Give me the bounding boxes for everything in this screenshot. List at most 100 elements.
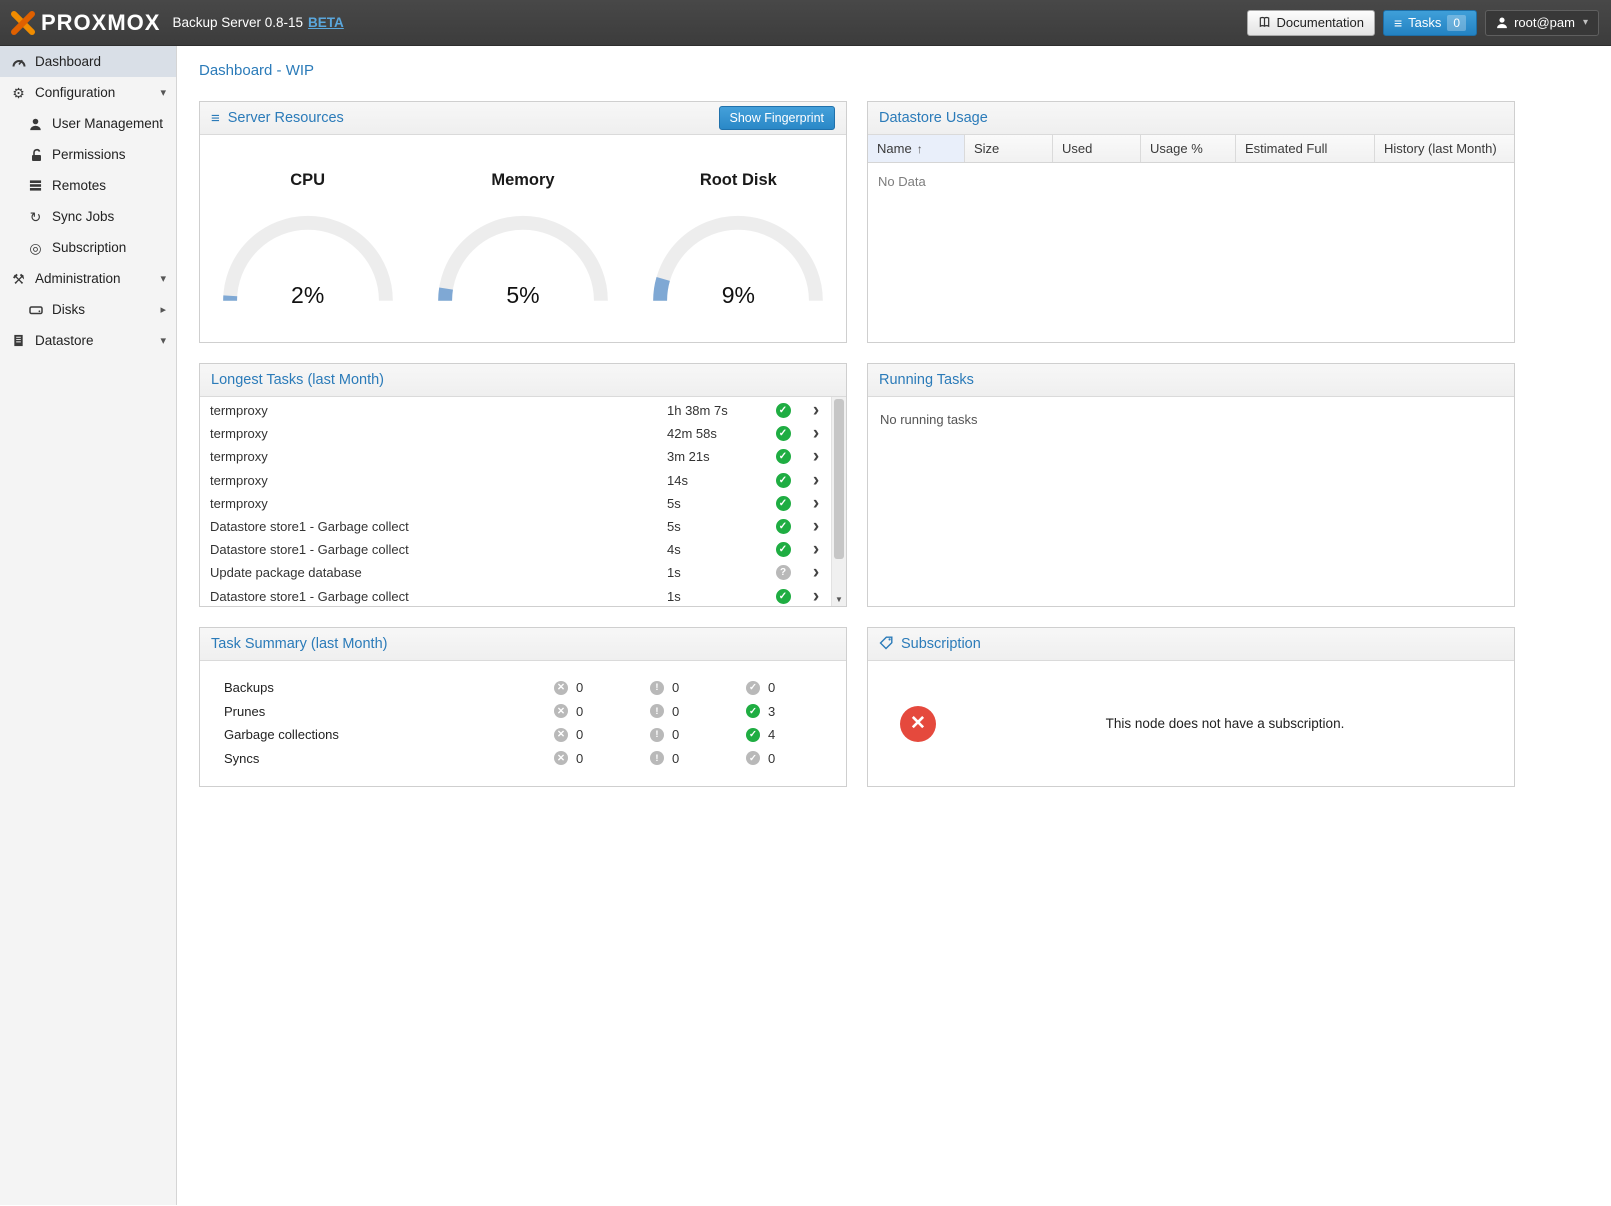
column-label: Usage %	[1150, 141, 1203, 156]
task-duration: 1s	[667, 589, 765, 604]
column-header-name[interactable]: Name ↑	[868, 135, 965, 162]
ok-count: 3	[768, 704, 775, 719]
datastore-usage-panel: Datastore Usage Name ↑ Size Used Usage %…	[867, 101, 1515, 343]
task-name: Datastore store1 - Garbage collect	[200, 589, 667, 604]
task-open-chevron-icon[interactable]: ›	[801, 447, 831, 466]
task-open-chevron-icon[interactable]: ›	[801, 563, 831, 582]
gauge-label: Memory	[415, 171, 630, 190]
expander-open-icon[interactable]: ▾	[160, 272, 166, 285]
running-tasks-panel: Running Tasks No running tasks	[867, 363, 1515, 607]
task-open-chevron-icon[interactable]: ›	[801, 587, 831, 606]
task-row[interactable]: termproxy 1h 38m 7s ✓ ›	[200, 399, 831, 422]
task-duration: 3m 21s	[667, 449, 765, 464]
subscription-panel: Subscription ✕ This node does not have a…	[867, 627, 1515, 787]
user-icon	[27, 117, 44, 131]
sidebar-item-label: Disks	[52, 302, 85, 317]
sidebar-item-user-management[interactable]: User Management	[0, 108, 176, 139]
sidebar-item-label: Sync Jobs	[52, 209, 114, 224]
show-fingerprint-button[interactable]: Show Fingerprint	[719, 106, 836, 130]
sidebar-item-dashboard[interactable]: Dashboard	[0, 46, 176, 77]
expander-closed-icon[interactable]: ▸	[160, 303, 166, 316]
sidebar-item-permissions[interactable]: Permissions	[0, 139, 176, 170]
column-label: History (last Month)	[1384, 141, 1497, 156]
life-ring-icon: ◎	[27, 241, 44, 255]
root-disk-gauge: Root Disk 9%	[631, 171, 846, 342]
task-duration: 14s	[667, 473, 765, 488]
warning-icon: !	[650, 751, 664, 765]
task-status-icon: ✓	[776, 426, 791, 441]
task-status-icon: ✓	[776, 496, 791, 511]
expander-open-icon[interactable]: ▾	[160, 86, 166, 99]
task-name: Datastore store1 - Garbage collect	[200, 519, 667, 534]
column-header-size[interactable]: Size	[965, 135, 1053, 162]
task-duration: 4s	[667, 542, 765, 557]
gauge-value: 2%	[213, 282, 403, 309]
sort-asc-icon: ↑	[917, 142, 923, 156]
sidebar-item-sync-jobs[interactable]: ↻ Sync Jobs	[0, 201, 176, 232]
task-name: Update package database	[200, 565, 667, 580]
task-row[interactable]: termproxy 14s ✓ ›	[200, 469, 831, 492]
task-name: termproxy	[200, 426, 667, 441]
summary-row-prunes[interactable]: Prunes ✕0 !0 ✓3	[224, 700, 846, 724]
cpu-gauge: CPU 2%	[200, 171, 415, 342]
task-open-chevron-icon[interactable]: ›	[801, 471, 831, 490]
sidebar-item-label: Subscription	[52, 240, 126, 255]
ok-count: 4	[768, 727, 775, 742]
column-header-estimated-full[interactable]: Estimated Full	[1236, 135, 1375, 162]
sidebar-item-label: Permissions	[52, 147, 126, 162]
gauge-label: CPU	[200, 171, 415, 190]
no-running-tasks-text: No running tasks	[868, 397, 1514, 442]
task-duration: 42m 58s	[667, 426, 765, 441]
sidebar-item-remotes[interactable]: Remotes	[0, 170, 176, 201]
summary-row-syncs[interactable]: Syncs ✕0 !0 ✓0	[224, 747, 846, 771]
sidebar-item-administration[interactable]: ⚒ Administration ▾	[0, 263, 176, 294]
task-open-chevron-icon[interactable]: ›	[801, 540, 831, 559]
expander-open-icon[interactable]: ▾	[160, 334, 166, 347]
task-name: termproxy	[200, 473, 667, 488]
ok-icon: ✓	[746, 728, 760, 742]
sidebar-item-label: Remotes	[52, 178, 106, 193]
task-row[interactable]: termproxy 3m 21s ✓ ›	[200, 445, 831, 468]
panel-title: Running Tasks	[879, 372, 974, 388]
column-header-usage-pct[interactable]: Usage %	[1141, 135, 1236, 162]
column-header-used[interactable]: Used	[1053, 135, 1141, 162]
book-icon	[1258, 16, 1271, 29]
column-label: Size	[974, 141, 999, 156]
summary-row-backups[interactable]: Backups ✕0 !0 ✓0	[224, 676, 846, 700]
column-header-history[interactable]: History (last Month)	[1375, 135, 1514, 162]
topbar: PROXMOX Backup Server 0.8-15BETA Documen…	[0, 0, 1611, 46]
beta-link[interactable]: BETA	[308, 15, 344, 30]
sidebar-item-configuration[interactable]: ⚙ Configuration ▾	[0, 77, 176, 108]
user-menu-button[interactable]: root@pam ▾	[1485, 10, 1599, 36]
proxmox-logo[interactable]: PROXMOX	[10, 10, 160, 36]
longest-tasks-panel: Longest Tasks (last Month) termproxy 1h …	[199, 363, 847, 607]
summary-row-garbage-collections[interactable]: Garbage collections ✕0 !0 ✓4	[224, 723, 846, 747]
scrollbar-thumb[interactable]	[834, 399, 844, 559]
warning-count: 0	[672, 751, 679, 766]
scroll-down-icon[interactable]: ▼	[832, 595, 846, 604]
vertical-scrollbar[interactable]: ▼	[831, 397, 846, 606]
task-status-icon: ✓	[776, 542, 791, 557]
error-icon: ✕	[554, 728, 568, 742]
documentation-button[interactable]: Documentation	[1247, 10, 1375, 36]
task-row[interactable]: termproxy 42m 58s ✓ ›	[200, 422, 831, 445]
error-count: 0	[576, 751, 583, 766]
task-row[interactable]: Datastore store1 - Garbage collect 4s ✓ …	[200, 538, 831, 561]
task-row[interactable]: Update package database 1s ? ›	[200, 561, 831, 584]
task-open-chevron-icon[interactable]: ›	[801, 424, 831, 443]
bars-icon: ≡	[211, 111, 220, 126]
warning-count: 0	[672, 680, 679, 695]
task-row[interactable]: termproxy 5s ✓ ›	[200, 492, 831, 515]
task-open-chevron-icon[interactable]: ›	[801, 494, 831, 513]
sidebar-item-subscription[interactable]: ◎ Subscription	[0, 232, 176, 263]
task-row[interactable]: Datastore store1 - Garbage collect 1s ✓ …	[200, 585, 831, 608]
sidebar-item-datastore[interactable]: Datastore ▾	[0, 325, 176, 356]
task-open-chevron-icon[interactable]: ›	[801, 517, 831, 536]
logo-text: PROXMOX	[41, 10, 160, 36]
task-duration: 5s	[667, 519, 765, 534]
hdd-icon	[27, 303, 44, 317]
sidebar-item-disks[interactable]: Disks ▸	[0, 294, 176, 325]
task-row[interactable]: Datastore store1 - Garbage collect 5s ✓ …	[200, 515, 831, 538]
task-open-chevron-icon[interactable]: ›	[801, 401, 831, 420]
tasks-button[interactable]: ≡ Tasks 0	[1383, 10, 1477, 36]
